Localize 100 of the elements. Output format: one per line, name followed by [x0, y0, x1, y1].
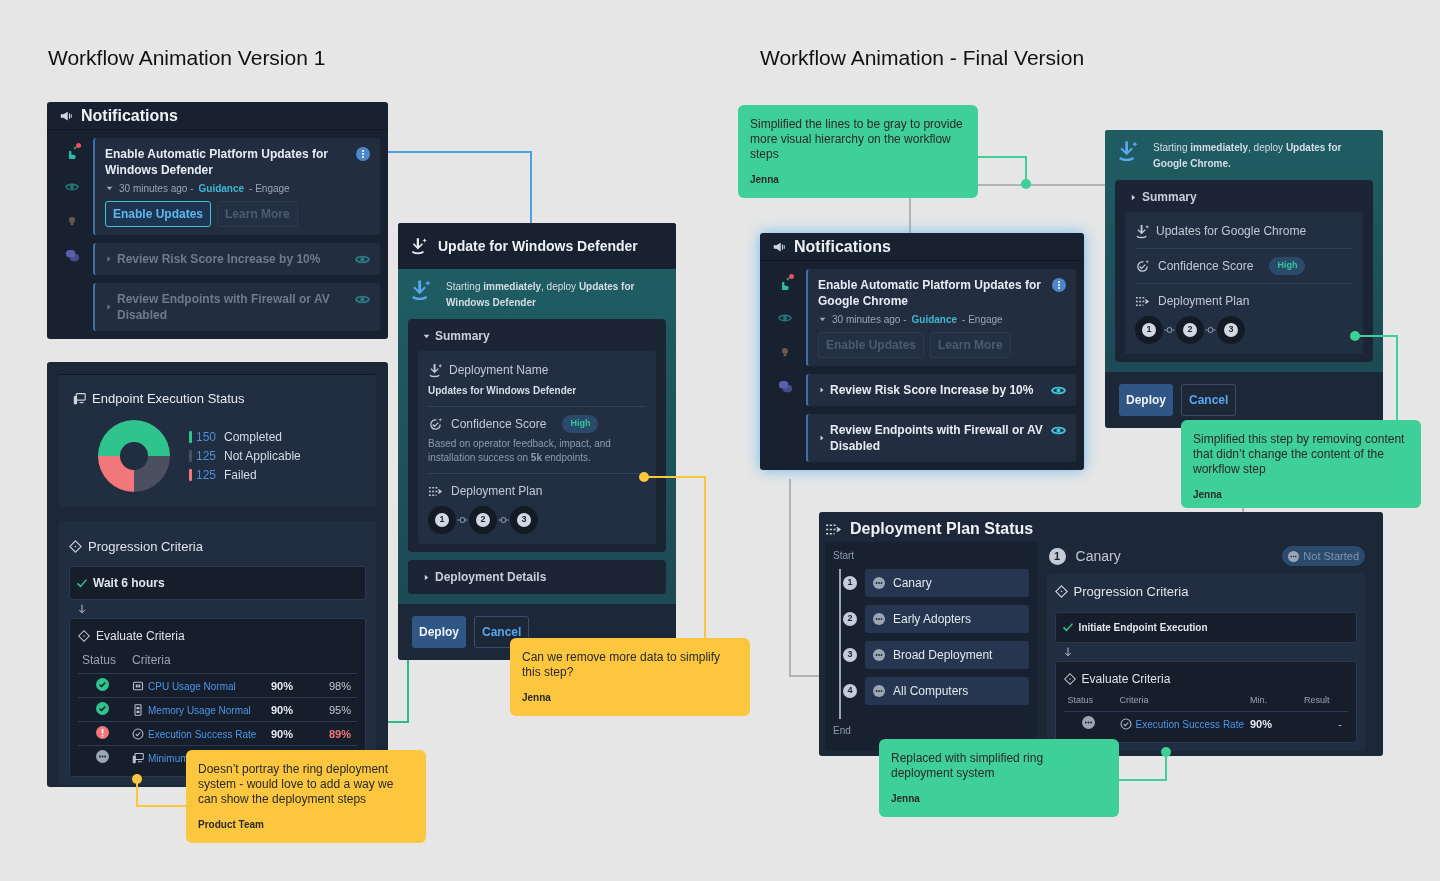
monitor-icon: [132, 752, 144, 764]
deploy-button[interactable]: Deploy: [412, 616, 466, 648]
notification-card[interactable]: Review Endpoints with Firewall or AV Disabled: [93, 283, 380, 331]
status-badge: Not Started: [1282, 545, 1365, 567]
step-number: 1: [428, 506, 456, 534]
ring-item[interactable]: All Computers: [865, 677, 1029, 705]
notification-title: Enable Automatic Platform Updates for Google Chrome: [818, 277, 1042, 309]
success-status-icon: [96, 678, 109, 691]
criteria-link[interactable]: CPU Usage Normal: [148, 678, 236, 694]
banner-text: Starting immediately, deploy Updates for Google Chrome.: [1153, 141, 1343, 171]
section-title: Evaluate Criteria: [96, 628, 185, 645]
section-title: Progression Criteria: [1073, 583, 1189, 601]
start-label: Start: [833, 549, 856, 563]
deploy-icon: [1135, 223, 1150, 239]
step-number: 1: [1135, 316, 1163, 344]
arrow-down-icon: [1062, 646, 1073, 657]
category-link[interactable]: Guidance: [198, 181, 245, 196]
more-options-icon[interactable]: [1052, 278, 1066, 292]
step-label: Initiate Endpoint Execution: [1078, 620, 1208, 635]
column-header: Status: [1067, 693, 1095, 707]
caret-icon[interactable]: [818, 386, 826, 394]
row-label: Deployment Name: [449, 362, 549, 379]
row-label: Confidence Score: [451, 416, 547, 433]
criteria-link[interactable]: Execution Success Rate: [1135, 716, 1244, 732]
ring-item[interactable]: Early Adopters: [865, 605, 1029, 633]
caret-icon[interactable]: [818, 434, 826, 442]
chat-icon[interactable]: [777, 379, 793, 394]
notification-card[interactable]: Review Endpoints with Firewall or AV Disabled: [806, 414, 1076, 462]
details-toggle[interactable]: Deployment Details: [408, 560, 666, 594]
comment-text: Simplified the lines to be gray to provide more visual hierarchy on the workflow steps: [750, 117, 964, 162]
lightbulb-icon[interactable]: [779, 345, 791, 359]
more-options-icon[interactable]: [356, 147, 370, 161]
category-link[interactable]: Guidance: [911, 312, 958, 327]
comment-author: Jenna: [750, 173, 780, 187]
row-value: Updates for Windows Defender: [428, 384, 578, 398]
table-cell-text: 95%: [327, 702, 352, 718]
end-label: End: [833, 724, 852, 738]
deploy-button[interactable]: Deploy: [1119, 384, 1173, 416]
step-number: 3: [1217, 316, 1245, 344]
error-status-icon: [96, 726, 109, 739]
notification-card[interactable]: Review Risk Score Increase by 10%: [93, 243, 380, 275]
summary-toggle[interactable]: Summary: [1125, 188, 1363, 206]
step-number: 2: [469, 506, 497, 534]
confidence-icon: [1135, 258, 1150, 274]
comment-author: Jenna: [1193, 488, 1223, 502]
check-circle-icon: [1119, 718, 1132, 730]
table-cell-text: 90%: [1250, 716, 1274, 732]
row-label: Deployment Plan: [1158, 293, 1250, 310]
ring-number: 4: [843, 684, 857, 698]
ring-number: 1: [1048, 547, 1066, 565]
pending-status-icon: [873, 685, 885, 697]
table-cell-text: -: [1337, 716, 1343, 732]
table-cell-text: 90%: [271, 678, 295, 694]
legend-count: 125: [196, 466, 218, 484]
ring-item[interactable]: Broad Deployment: [865, 641, 1029, 669]
deploy-icon: [410, 279, 432, 301]
row-description: Based on operator feedback, impact, and installation success on 5k endpoints.: [428, 437, 612, 465]
chip-icon: [132, 680, 144, 692]
comment-author: Product Team: [198, 818, 265, 832]
pending-status-icon: [1081, 716, 1095, 729]
confidence-icon: [428, 416, 443, 432]
caret-icon[interactable]: [818, 315, 827, 324]
comment-text: Simplified this step by removing content that didn’t change the content of the workflow step: [1193, 432, 1406, 477]
criteria-link[interactable]: Execution Success Rate: [148, 726, 257, 742]
memory-icon: [132, 704, 144, 716]
table-cell-text: 98%: [327, 678, 352, 694]
cancel-button[interactable]: Cancel: [1181, 384, 1237, 416]
chat-icon[interactable]: [64, 248, 80, 263]
deploy-icon: [1117, 140, 1139, 162]
pending-status-icon: [1288, 550, 1300, 562]
ring-item[interactable]: Canary: [865, 569, 1029, 597]
action-button[interactable]: Enable Updates: [105, 201, 212, 227]
section-title: Progression Criteria: [88, 537, 203, 556]
caret-icon[interactable]: [105, 184, 114, 193]
summary-toggle[interactable]: Summary: [418, 327, 656, 345]
ring-title: Canary: [1075, 546, 1121, 566]
confidence-badge: High: [1269, 257, 1306, 275]
timestamp: 30 minutes ago -: [119, 182, 194, 196]
arrow-down-icon: [77, 604, 87, 614]
monitor-icon: [73, 392, 86, 406]
ring-number: 1: [843, 576, 857, 590]
diamond-icon: [78, 630, 90, 642]
panel-title: Notifications: [794, 236, 891, 257]
notification-card[interactable]: Review Risk Score Increase by 10%: [806, 374, 1076, 406]
legend-count: 150: [196, 428, 218, 446]
notification-title: Review Endpoints with Firewall or AV Disabled: [830, 422, 1043, 454]
caret-icon: [422, 572, 431, 582]
criteria-link[interactable]: Memory Usage Normal: [148, 702, 251, 718]
timestamp: 30 minutes ago -: [832, 313, 907, 327]
panel-title: Deployment Plan Status: [850, 519, 1034, 539]
legend-label: Failed: [224, 466, 257, 484]
lightbulb-icon[interactable]: [66, 214, 78, 228]
diamond-icon: [1063, 672, 1076, 685]
banner-text: Starting immediately, deploy Updates for Windows Defender: [446, 280, 636, 310]
pending-status-icon: [873, 649, 885, 661]
section-heading: Workflow Animation Version 1: [48, 45, 326, 71]
panel-title: Notifications: [81, 105, 178, 126]
notification-title: Review Risk Score Increase by 10%: [117, 251, 321, 267]
comment-author: Jenna: [522, 691, 552, 705]
link-icon: [1162, 325, 1177, 335]
